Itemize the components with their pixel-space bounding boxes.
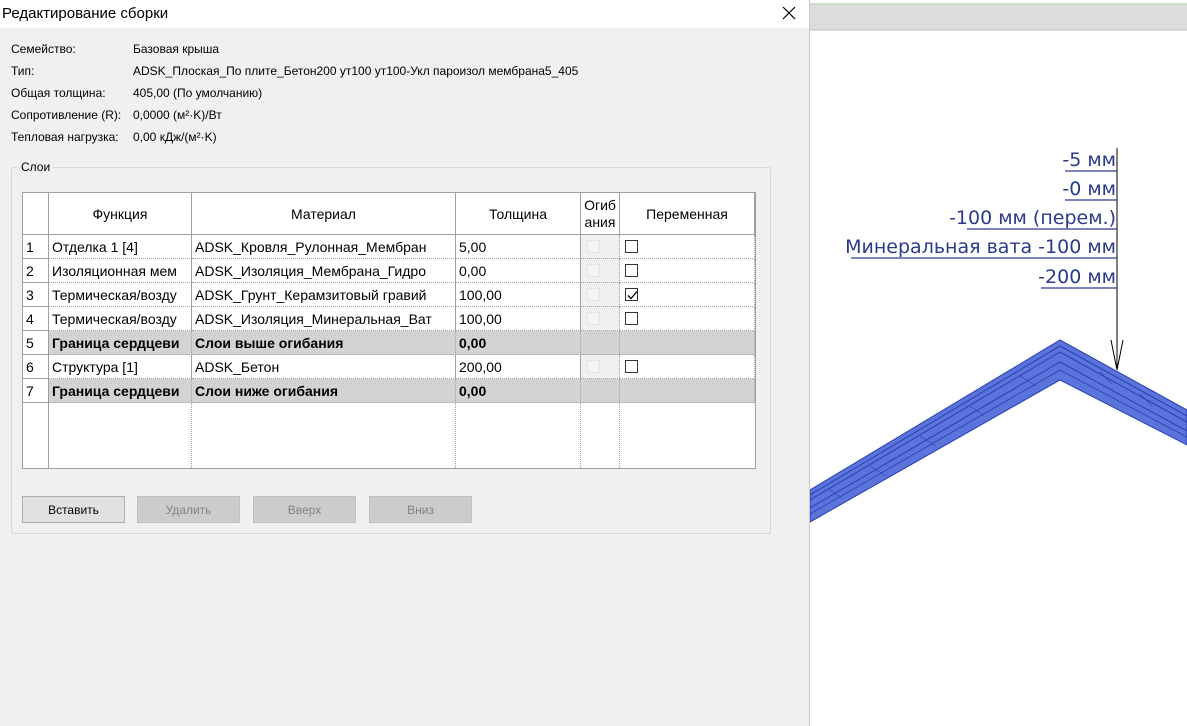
row-number[interactable]: 1 <box>23 235 49 259</box>
cell-variable <box>620 283 755 307</box>
property-label: Семейство: <box>11 42 76 56</box>
property-total-thickness: Общая толщина: 405,00 (По умолчанию) <box>11 86 791 102</box>
cell-material[interactable]: ADSK_Грунт_Керамзитовый гравий <box>192 283 456 307</box>
cell-material[interactable]: ADSK_Изоляция_Минеральная_Ват <box>192 307 456 331</box>
cell-thickness[interactable]: 5,00 <box>456 235 581 259</box>
cell-variable <box>620 331 755 355</box>
row-number[interactable]: 6 <box>23 355 49 379</box>
cell-wraps <box>581 331 620 355</box>
cell-thickness[interactable]: 100,00 <box>456 283 581 307</box>
variable-checkbox[interactable] <box>625 264 638 277</box>
annotation-layer-4: Минеральная вата -100 мм <box>845 236 1116 258</box>
property-value: 0,00 кДж/(м²·K) <box>133 130 217 144</box>
cell-wraps <box>581 283 620 307</box>
property-value: ADSK_Плоская_По плите_Бетон200 ут100 ут1… <box>133 64 579 78</box>
cell-function[interactable]: Термическая/возду <box>49 283 192 307</box>
cell-wraps <box>581 259 620 283</box>
cell-function[interactable]: Структура [1] <box>49 355 192 379</box>
wraps-checkbox <box>587 312 600 325</box>
variable-checkbox[interactable] <box>625 240 638 253</box>
cell-material[interactable]: ADSK_Бетон <box>192 355 456 379</box>
property-label: Тепловая нагрузка: <box>11 130 119 144</box>
header-wraps-line1: Огиб <box>584 196 616 213</box>
close-icon <box>782 6 796 20</box>
cell-variable <box>620 259 755 283</box>
cell-function[interactable]: Граница сердцеви <box>49 379 192 403</box>
layer-annotations: -5 мм -0 мм -100 мм (перем.) Минеральная… <box>845 149 1117 289</box>
cell-material[interactable]: ADSK_Изоляция_Мембрана_Гидро <box>192 259 456 283</box>
move-up-button[interactable]: Вверх <box>253 496 356 523</box>
property-resistance: Сопротивление (R): 0,0000 (м²·K)/Вт <box>11 108 791 124</box>
property-value: 0,0000 (м²·K)/Вт <box>133 108 222 122</box>
layers-group-label: Слои <box>18 160 54 174</box>
roof-section-preview: -5 мм -0 мм -100 мм (перем.) Минеральная… <box>810 0 1187 523</box>
annotation-layer-2: -0 мм <box>1062 178 1116 200</box>
property-value: Базовая крыша <box>133 42 220 56</box>
cell-variable <box>620 355 755 379</box>
corner-header <box>23 193 49 235</box>
variable-checkbox[interactable] <box>625 312 638 325</box>
cell-function[interactable]: Отделка 1 [4] <box>49 235 192 259</box>
cell-wraps <box>581 379 620 403</box>
cell-function[interactable]: Термическая/возду <box>49 307 192 331</box>
header-wraps[interactable]: Огиб ания <box>581 193 620 235</box>
wraps-checkbox <box>587 240 600 253</box>
layers-table: Функция Материал Толщина Огиб ания Перем… <box>22 192 756 469</box>
edit-assembly-dialog: Редактирование сборки Семейство: Базовая… <box>0 0 810 726</box>
property-family: Семейство: Базовая крыша <box>11 42 791 58</box>
cell-wraps <box>581 355 620 379</box>
insert-button[interactable]: Вставить <box>22 496 125 523</box>
row-number[interactable]: 5 <box>23 331 49 355</box>
variable-checkbox[interactable] <box>625 360 638 373</box>
cell-thickness[interactable]: 100,00 <box>456 307 581 331</box>
cell-thickness[interactable]: 0,00 <box>456 259 581 283</box>
checkmark-icon <box>627 291 638 300</box>
cell-variable <box>620 235 755 259</box>
wraps-checkbox <box>587 360 600 373</box>
cell-material[interactable]: Слои ниже огибания <box>192 379 456 403</box>
move-down-button[interactable]: Вниз <box>369 496 472 523</box>
wraps-checkbox <box>587 264 600 277</box>
cell-function[interactable]: Изоляционная мем <box>49 259 192 283</box>
preview-drawing: -5 мм -0 мм -100 мм (перем.) Минеральная… <box>810 0 1187 726</box>
property-label: Сопротивление (R): <box>11 108 122 122</box>
annotation-layer-1: -5 мм <box>1062 149 1116 171</box>
close-button[interactable] <box>775 2 801 24</box>
header-variable[interactable]: Переменная <box>620 193 755 235</box>
property-label: Тип: <box>11 64 35 78</box>
cell-thickness[interactable]: 0,00 <box>456 331 581 355</box>
property-value: 405,00 (По умолчанию) <box>133 86 263 100</box>
roof-layers-graphic <box>810 339 1187 523</box>
cell-wraps <box>581 235 620 259</box>
property-type: Тип: ADSK_Плоская_По плите_Бетон200 ут10… <box>11 64 791 80</box>
header-material[interactable]: Материал <box>192 193 456 235</box>
view-header-strip <box>810 4 1187 30</box>
cell-variable <box>620 379 755 403</box>
cell-variable <box>620 307 755 331</box>
property-label: Общая толщина: <box>11 86 106 100</box>
cell-thickness[interactable]: 200,00 <box>456 355 581 379</box>
cell-wraps <box>581 307 620 331</box>
annotation-layer-5: -200 мм <box>1038 266 1116 288</box>
row-number[interactable]: 3 <box>23 283 49 307</box>
title-bar: Редактирование сборки <box>0 0 809 28</box>
cell-material[interactable]: Слои выше огибания <box>192 331 456 355</box>
row-number[interactable]: 4 <box>23 307 49 331</box>
row-number[interactable]: 2 <box>23 259 49 283</box>
header-thickness[interactable]: Толщина <box>456 193 581 235</box>
variable-checkbox-checked[interactable] <box>625 288 638 301</box>
annotation-layer-3: -100 мм (перем.) <box>949 207 1116 229</box>
delete-button[interactable]: Удалить <box>137 496 240 523</box>
cell-function[interactable]: Граница сердцеви <box>49 331 192 355</box>
dialog-title: Редактирование сборки <box>2 5 169 22</box>
cell-material[interactable]: ADSK_Кровля_Рулонная_Мембран <box>192 235 456 259</box>
header-wraps-line2: ания <box>584 213 616 230</box>
cell-thickness[interactable]: 0,00 <box>456 379 581 403</box>
property-thermal-mass: Тепловая нагрузка: 0,00 кДж/(м²·K) <box>11 130 791 146</box>
row-number[interactable]: 7 <box>23 379 49 403</box>
header-function[interactable]: Функция <box>49 193 192 235</box>
wraps-checkbox <box>587 288 600 301</box>
